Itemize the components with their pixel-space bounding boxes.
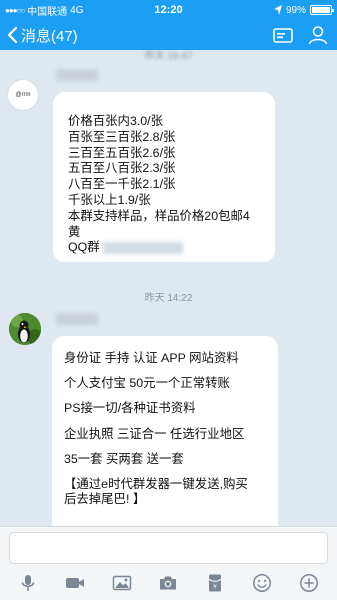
- input-toolbar: ¥: [0, 569, 337, 597]
- sender-name-redacted: [56, 69, 98, 81]
- qq-prefix: QQ群: [68, 240, 100, 255]
- qq-line: QQ群: [68, 240, 275, 256]
- timestamp: 昨天 16:47: [144, 51, 193, 62]
- video-icon: [66, 578, 85, 588]
- mic-button[interactable]: [16, 571, 40, 595]
- plus-icon: [299, 574, 318, 592]
- message-text: 价格百张内3.0/张 百张至三百张2.8/张 三百至五百张2.6/张 五百至八百张2.…: [68, 114, 275, 240]
- message-line: 个人支付宝 50元一个正常转账: [64, 376, 230, 391]
- message-line: 35一套 买两套 送一套: [64, 451, 184, 466]
- penguin-avatar-icon: [9, 313, 41, 345]
- camera-icon: [160, 576, 177, 590]
- avatar[interactable]: @rrm: [7, 79, 39, 111]
- input-area: ¥: [0, 526, 337, 600]
- nav-actions: [273, 25, 337, 45]
- chat-area[interactable]: 昨天 16:47 @rrm 价格百张内3.0/张 百张至三百张2.8/张 三百至五百…: [0, 50, 337, 526]
- message-line: 千张以上1.9/张: [68, 192, 151, 207]
- message-line: 价格百张内3.0/张: [68, 114, 164, 128]
- back-button[interactable]: 消息(47): [0, 20, 78, 50]
- message-line: 身份证 手持 认证 APP 网站资料: [64, 351, 239, 365]
- message-line: 五百至八百张2.3/张: [68, 161, 176, 176]
- message-input[interactable]: [9, 532, 328, 564]
- sender-name-redacted: [56, 313, 98, 325]
- message-line: 三百至五百张2.6/张: [68, 145, 176, 160]
- red-packet-button[interactable]: ¥: [203, 571, 227, 595]
- message-line: 本群支持样品，样品价格20包邮4: [68, 208, 250, 223]
- battery-text: 99%: [285, 4, 306, 16]
- svg-text:¥: ¥: [213, 584, 217, 591]
- group-members-icon[interactable]: [307, 25, 329, 45]
- battery-fill: [312, 7, 330, 13]
- emoji-button[interactable]: [250, 571, 274, 595]
- avatar-text: @rrm: [15, 92, 31, 98]
- message-line: 黄: [68, 224, 81, 239]
- emoji-icon: [252, 574, 271, 592]
- message-text: 身份证 手持 认证 APP 网站资料 个人支付宝 50元一个正常转账 PS接一切/各…: [64, 351, 278, 507]
- group-card-icon[interactable]: [273, 27, 293, 43]
- mic-icon: [22, 575, 35, 591]
- image-button[interactable]: [110, 571, 134, 595]
- qq-number-redacted: [102, 242, 183, 255]
- status-bar: ●●●○○ 中国联通 4G 12:20 99%: [0, 0, 337, 20]
- image-icon: [112, 575, 131, 591]
- message-bubble[interactable]: 价格百张内3.0/张 百张至三百张2.8/张 三百至五百张2.6/张 五百至八百张2.…: [53, 92, 275, 262]
- message-line: 【通过e时代群发器一键发送,购买: [64, 476, 248, 491]
- message-line: 企业执照 三证合一 任选行业地区: [64, 426, 245, 441]
- message-line: 百张至三百张2.8/张: [68, 129, 176, 144]
- timestamp: 昨天 14:22: [144, 293, 193, 304]
- location-icon: [273, 5, 282, 15]
- camera-button[interactable]: [156, 571, 180, 595]
- nav-bar: 消息(47): [0, 20, 337, 50]
- back-label: 消息(47): [21, 27, 78, 45]
- video-button[interactable]: [63, 571, 87, 595]
- battery-icon: [310, 5, 334, 15]
- more-button[interactable]: [297, 571, 321, 595]
- message-line: 八百至一千张2.1/张: [68, 177, 176, 192]
- chevron-left-icon: [7, 26, 18, 44]
- message-line: PS接一切/各种证书资料: [64, 401, 196, 416]
- avatar[interactable]: [9, 313, 41, 345]
- status-right: 99%: [273, 4, 334, 16]
- red-packet-icon: ¥: [208, 574, 222, 592]
- message-bubble[interactable]: 身份证 手持 认证 APP 网站资料 个人支付宝 50元一个正常转账 PS接一切/各…: [52, 336, 278, 526]
- message-line: 后去掉尾巴! 】: [64, 491, 146, 506]
